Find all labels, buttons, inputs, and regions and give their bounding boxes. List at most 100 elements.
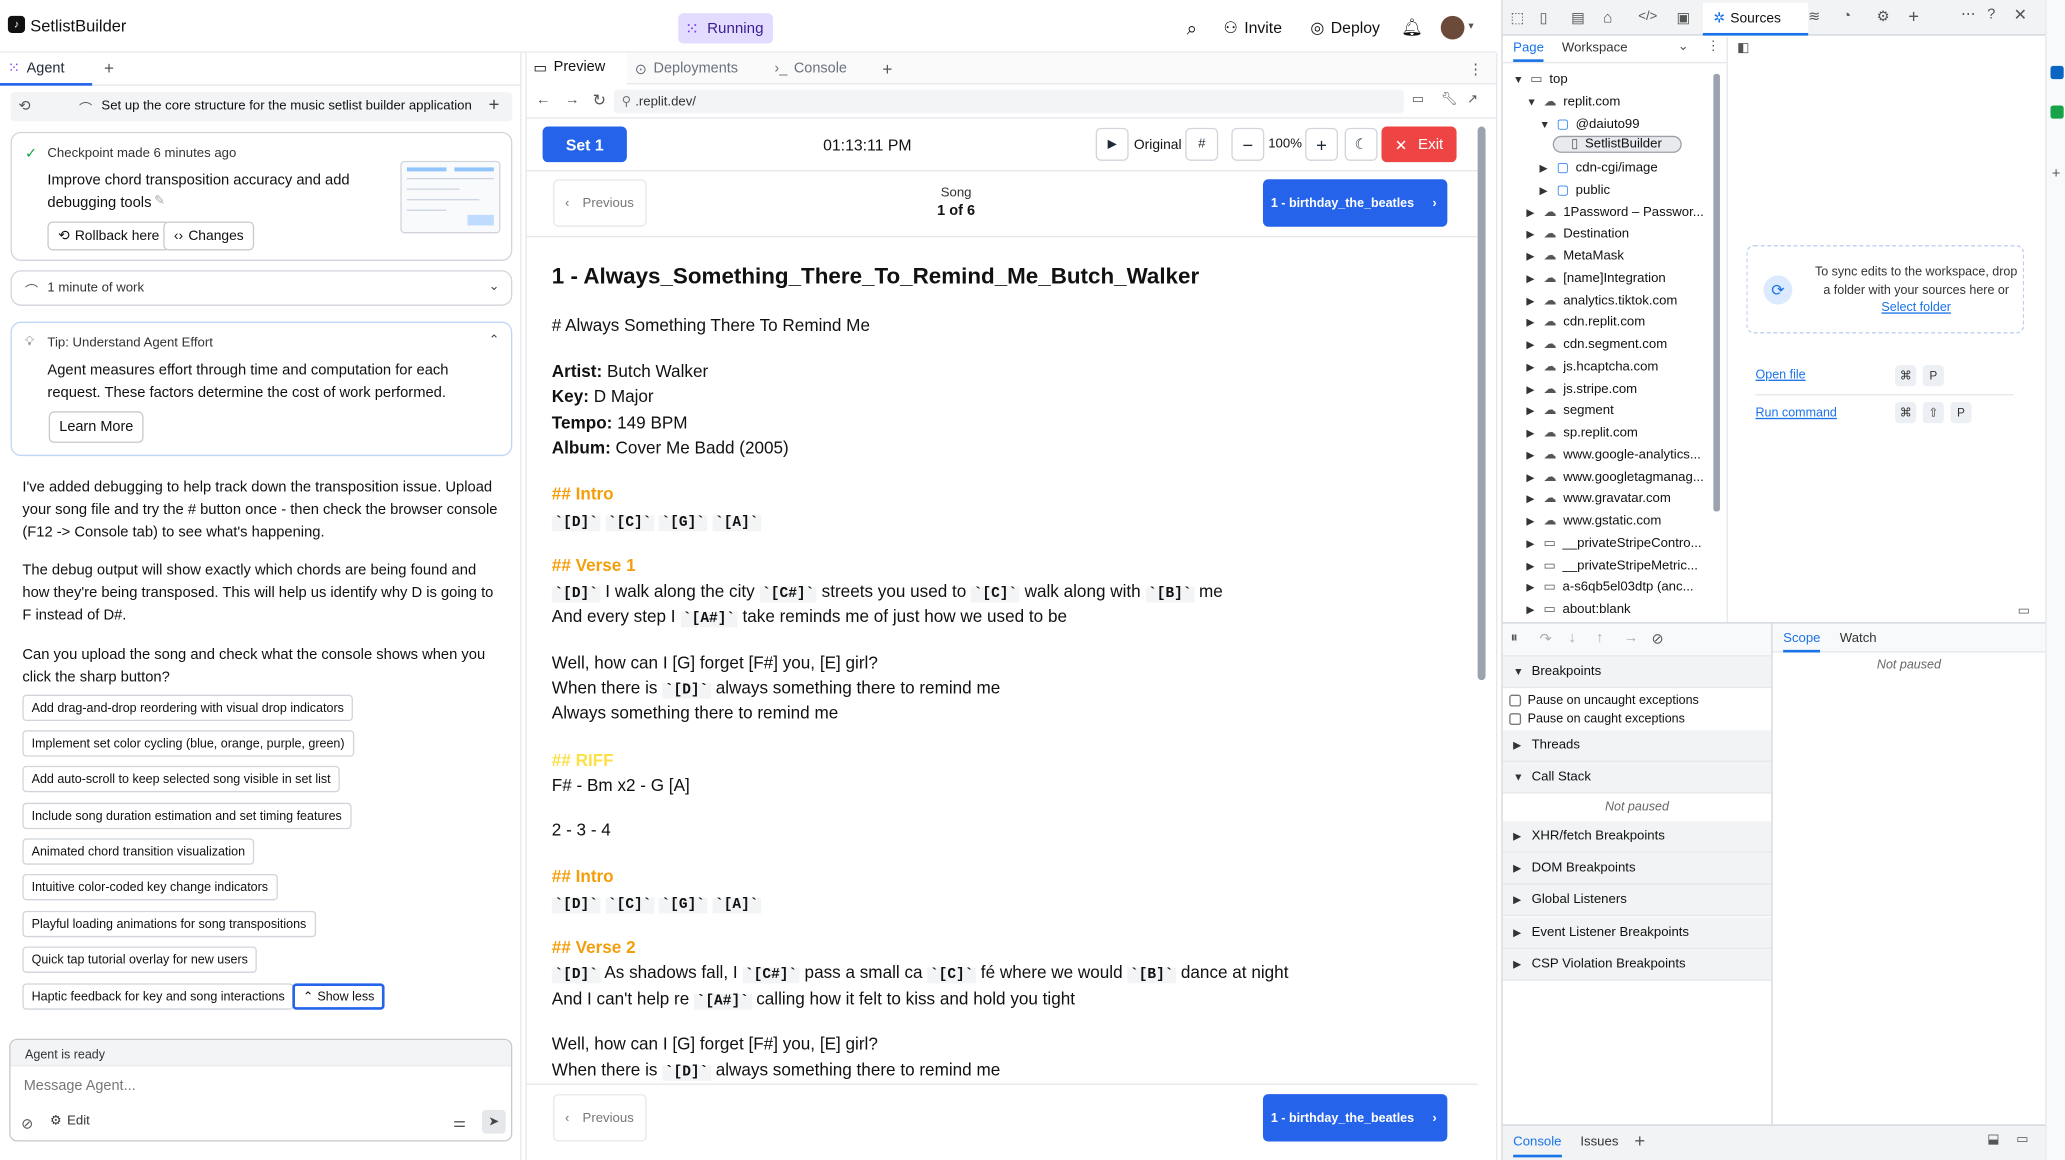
suggestion-chip[interactable]: Playful loading animations for song tran… (22, 910, 316, 938)
suggestion-chip[interactable]: Add drag-and-drop reordering with visual… (22, 694, 354, 722)
previous-button[interactable]: ‹ Previous (553, 179, 647, 227)
rollback-button[interactable]: ⟲ Rollback here (47, 221, 170, 251)
subtab-workspace[interactable]: Workspace (1562, 41, 1628, 55)
tree-item[interactable]: ▶ ☁ www.googletagmanag... (1526, 470, 1703, 485)
inspect-icon[interactable]: ⬚ (1511, 9, 1525, 27)
tree-item[interactable]: ▶ ☁ js.stripe.com (1526, 382, 1637, 396)
console-icon[interactable]: ▣ (1676, 9, 1690, 27)
tree-item[interactable]: ▶ ☁ www.gstatic.com (1526, 514, 1661, 528)
dock-icon[interactable]: ⬓ (1987, 1132, 1999, 1146)
deactivate-breakpoints-icon[interactable]: ⊘ (1651, 630, 1663, 647)
toggle-sidebar-icon[interactable]: ◧ (1737, 41, 1749, 55)
sharp-button[interactable]: # (1185, 127, 1219, 161)
triangle-right-icon[interactable]: ▶ (1526, 493, 1537, 505)
suggestion-chip[interactable]: Intuitive color-coded key change indicat… (22, 873, 278, 901)
scrollbar[interactable] (1477, 126, 1486, 681)
suggestion-chip[interactable]: Add auto-scroll to keep selected song vi… (22, 765, 340, 793)
changes-button[interactable]: ‹› Changes (163, 221, 255, 251)
history-icon[interactable]: ⟲ (18, 98, 30, 115)
triangle-right-icon[interactable]: ▶ (1526, 206, 1537, 218)
send-icon[interactable]: ➤ (482, 1109, 506, 1134)
running-status[interactable]: ⁙ Running (678, 13, 774, 44)
suggestion-chip[interactable]: Quick tap tutorial overlay for new users (22, 946, 258, 973)
learn-more-button[interactable]: Learn More (48, 411, 144, 443)
elements-icon[interactable]: </> (1638, 9, 1657, 23)
triangle-right-icon[interactable]: ▶ (1526, 449, 1537, 461)
show-less-button[interactable]: ⌃ Show less (292, 983, 385, 1010)
pause-caught-checkbox[interactable]: Pause on caught exceptions (1509, 712, 1685, 726)
tree-item[interactable]: ▶ ☁ sp.replit.com (1526, 426, 1638, 440)
more-tabs-icon[interactable]: + (1908, 5, 1919, 26)
tree-item[interactable]: ▶ ▭ __privateStripeMetric... (1526, 558, 1698, 573)
checkpoint-thumbnail[interactable] (400, 160, 501, 234)
tree-item[interactable]: ▶ ▢ public (1540, 183, 1611, 197)
call-stack-section[interactable]: ▼ Call Stack (1502, 761, 1772, 794)
select-folder-link[interactable]: Select folder (1881, 301, 1951, 315)
chevron-up-icon[interactable]: ⌃ (489, 333, 500, 347)
help-icon[interactable]: ? (1987, 7, 1995, 23)
tree-item[interactable]: ▶ ☁ MetaMask (1526, 249, 1624, 263)
tree-item[interactable]: ▶ ☁ analytics.tiktok.com (1526, 293, 1677, 307)
suggestion-chip[interactable]: Animated chord transition visualization (22, 838, 255, 865)
bell-icon[interactable]: 🔔︎ (1401, 13, 1423, 42)
tree-item[interactable]: ▶ ▭ __privateStripeContro... (1526, 536, 1701, 551)
edit-mode-button[interactable]: ⚙ Edit (50, 1114, 90, 1129)
performance-icon[interactable]: ◔ (1842, 8, 1851, 24)
tree-item[interactable]: ▼ ▢ @daiuto99 (1540, 117, 1640, 131)
dom-breakpoints-section[interactable]: ▶ DOM Breakpoints (1502, 852, 1772, 885)
set-button[interactable]: Set 1 (542, 126, 627, 163)
chevron-down-icon[interactable]: ⌄ (489, 279, 500, 293)
triangle-right-icon[interactable]: ▶ (1526, 582, 1537, 594)
suggestion-chip[interactable]: Implement set color cycling (blue, orang… (22, 730, 354, 757)
sliders-icon[interactable]: ⚌ (453, 1114, 466, 1131)
tab-agent[interactable]: ⁙ Agent (0, 52, 93, 86)
triangle-right-icon[interactable]: ▶ (1540, 162, 1551, 174)
tab-scope[interactable]: Scope (1783, 631, 1821, 653)
tree-item[interactable]: ▶ ☁ www.gravatar.com (1526, 492, 1670, 506)
tree-item[interactable]: ▶ ☁ 1Password – Passwor... (1526, 205, 1703, 219)
linkedin-icon[interactable] (2050, 65, 2064, 80)
extension-icon[interactable] (2050, 105, 2064, 119)
message-input[interactable]: Message Agent... (24, 1078, 136, 1094)
kebab-icon[interactable]: ⋯ (1961, 5, 1975, 23)
triangle-right-icon[interactable]: ▶ (1526, 515, 1537, 527)
triangle-right-icon[interactable]: ▶ (1526, 339, 1537, 351)
triangle-right-icon[interactable]: ▶ (1526, 427, 1537, 439)
event-listener-breakpoints-section[interactable]: ▶ Event Listener Breakpoints (1502, 917, 1772, 950)
tree-item[interactable]: ▶ ☁ cdn.segment.com (1526, 337, 1667, 351)
screenshot-icon[interactable]: ▭ (2018, 604, 2030, 618)
xhr-breakpoints-section[interactable]: ▶ XHR/fetch Breakpoints (1502, 821, 1772, 853)
triangle-right-icon[interactable]: ▶ (1526, 361, 1537, 373)
tree-item[interactable]: ▶ ☁ www.google-analytics... (1526, 448, 1700, 462)
zoom-in-button[interactable]: + (1305, 127, 1339, 161)
close-icon[interactable]: ✕ (2014, 5, 2027, 23)
threads-section[interactable]: ▶ Threads (1502, 730, 1772, 762)
reload-icon[interactable]: ↻ (593, 91, 606, 109)
play-button[interactable]: ▶ (1095, 127, 1129, 161)
suggestion-chip[interactable]: Haptic feedback for key and song interac… (22, 983, 294, 1010)
suggestion-chip[interactable]: Include song duration estimation and set… (22, 802, 352, 830)
triangle-down-icon[interactable]: ▼ (1513, 74, 1524, 86)
tree-scrollbar[interactable] (1713, 73, 1720, 512)
tab-deployments[interactable]: ⊙ Deployments (635, 53, 738, 85)
exit-button[interactable]: ✕ Exit (1381, 126, 1457, 163)
wifi-icon[interactable]: ≋ (1808, 8, 1820, 25)
triangle-right-icon[interactable]: ▶ (1526, 383, 1537, 395)
open-file-link[interactable]: Open file (1756, 368, 1806, 382)
triangle-right-icon[interactable]: ▶ (1526, 228, 1537, 240)
tree-item[interactable]: ▶ ☁ [name]Integration (1526, 271, 1665, 286)
layers-icon[interactable]: ▤ (1571, 9, 1585, 27)
workspace-dropzone[interactable]: ⟳ To sync edits to the workspace, drop a… (1746, 245, 2025, 334)
external-link-icon[interactable]: ↗ (1467, 92, 1478, 106)
step-over-icon[interactable]: ↷ (1540, 630, 1552, 647)
settings-gear-icon[interactable]: ⚙ (1877, 8, 1890, 25)
avatar[interactable] (1440, 15, 1465, 40)
new-task-icon[interactable]: + (489, 94, 500, 115)
triangle-right-icon[interactable]: ▶ (1526, 537, 1537, 549)
run-command-link[interactable]: Run command (1756, 406, 1837, 421)
url-input[interactable]: ⚲ .replit.dev/ (613, 89, 1404, 114)
drawer-tab-console[interactable]: Console (1513, 1135, 1562, 1158)
step-out-icon[interactable]: ↑ (1596, 630, 1603, 646)
previous-button[interactable]: ‹ Previous (553, 1094, 647, 1142)
back-icon[interactable]: ← (536, 92, 550, 108)
